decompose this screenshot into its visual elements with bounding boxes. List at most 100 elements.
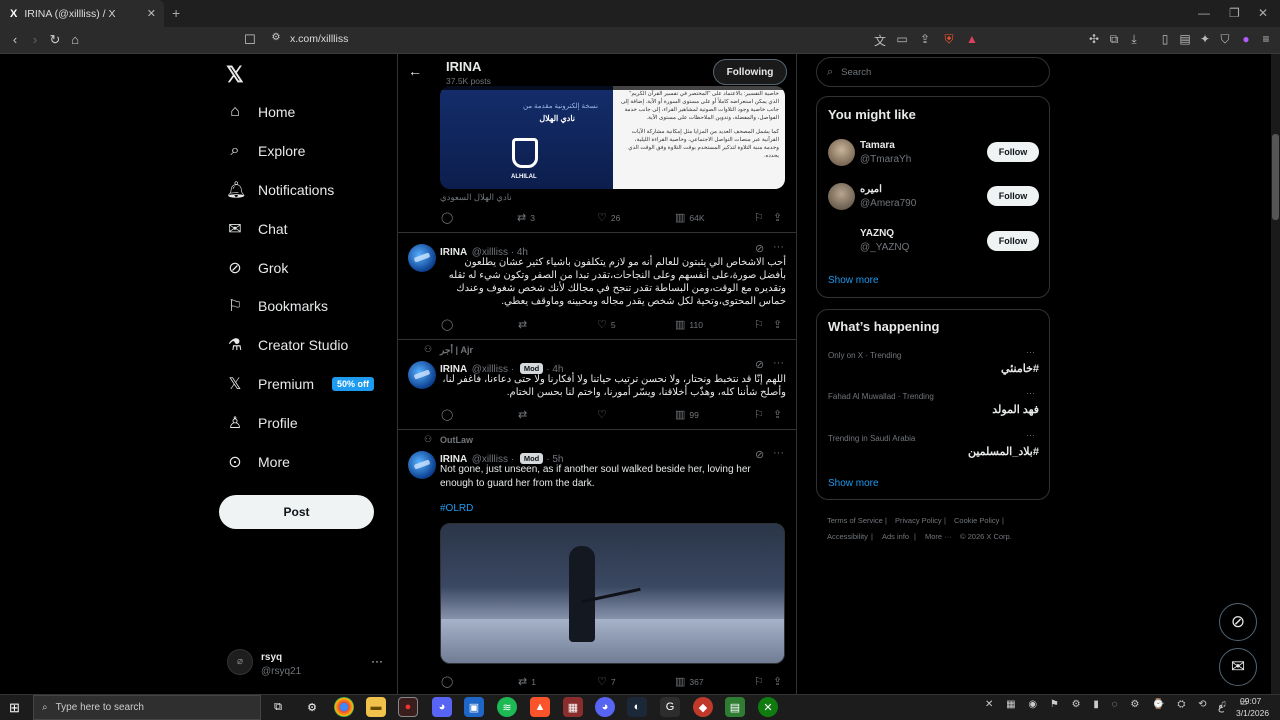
reply-button[interactable]: ◯: [441, 675, 457, 688]
extensions-icon[interactable]: ✣: [1086, 32, 1102, 46]
new-tab-icon[interactable]: +: [172, 5, 180, 21]
follow-button[interactable]: Follow: [987, 231, 1039, 251]
forward-icon[interactable]: ›: [27, 32, 43, 47]
views-button[interactable]: ▥ 367: [675, 675, 704, 688]
brave-beta-icon[interactable]: ◆: [693, 697, 713, 717]
footer-terms[interactable]: Terms of Service: [827, 516, 883, 525]
brave-rewards-icon[interactable]: ▲: [964, 32, 980, 46]
tweet-more-icon[interactable]: ···: [773, 241, 784, 253]
back-icon[interactable]: ‹: [7, 32, 23, 47]
screenshot-icon[interactable]: ⧉: [1106, 32, 1122, 47]
calendar-app-icon[interactable]: ▤: [725, 697, 745, 717]
trend-name[interactable]: فهد المولد: [900, 403, 1039, 416]
url-field[interactable]: x.com/xillliss: [290, 33, 348, 45]
views-button[interactable]: ▥ 99: [675, 408, 699, 421]
nav-home[interactable]: ⌂ Home: [226, 97, 295, 127]
restore-icon[interactable]: ❐: [1229, 6, 1240, 20]
retweet-button[interactable]: ⇄ 1: [518, 675, 536, 688]
nav-premium[interactable]: 𝕏 Premium 50% off: [226, 369, 375, 399]
suggested-user-avatar[interactable]: [828, 183, 855, 210]
follow-button[interactable]: Follow: [987, 186, 1039, 206]
nav-explore[interactable]: ⌕ Explore: [226, 136, 306, 166]
post-button[interactable]: Post: [219, 495, 374, 529]
following-button[interactable]: Following: [713, 59, 787, 85]
share-tweet-button[interactable]: ⇪: [773, 211, 782, 224]
vpn-icon[interactable]: ⛉: [1217, 32, 1233, 47]
like-button[interactable]: ♡ 26: [597, 211, 620, 224]
nav-profile[interactable]: ♙ Profile: [226, 408, 298, 438]
tweet-avatar[interactable]: [408, 451, 436, 479]
like-button[interactable]: ♡: [597, 408, 611, 421]
xbox-icon[interactable]: ✕: [758, 697, 778, 717]
show-more-link[interactable]: Show more: [828, 275, 879, 286]
account-avatar[interactable]: ⌀: [227, 649, 253, 675]
bookmark-tweet-button[interactable]: ⚐: [754, 408, 764, 421]
tweet-image-card[interactable]: نسخة إلكترونية مقدمة من نادي الهلال ALHI…: [440, 86, 785, 189]
footer-accessibility[interactable]: Accessibility: [827, 532, 868, 541]
community-context[interactable]: أجر | Ajr: [440, 345, 473, 356]
like-button[interactable]: ♡ 5: [597, 318, 616, 331]
bookmark-page-icon[interactable]: ☐: [242, 32, 258, 48]
grok-explain-icon[interactable]: ⊘: [755, 448, 764, 461]
show-more-link[interactable]: Show more: [828, 478, 879, 489]
tweet-more-icon[interactable]: ···: [773, 447, 784, 459]
trend-more-icon[interactable]: ···: [1026, 430, 1035, 440]
browser-tab[interactable]: X IRINA (@xillliss) / X ✕: [0, 0, 164, 27]
tweet-avatar[interactable]: [408, 244, 436, 272]
home-page-icon[interactable]: ⌂: [67, 32, 83, 47]
grok-explain-icon[interactable]: ⊘: [755, 358, 764, 371]
bookmark-tweet-button[interactable]: ⚐: [754, 211, 764, 224]
back-arrow-icon[interactable]: ←: [408, 63, 422, 79]
follow-button[interactable]: Follow: [987, 142, 1039, 162]
scrollbar-thumb[interactable]: [1272, 134, 1279, 220]
share-tweet-button[interactable]: ⇪: [773, 408, 782, 421]
community-context[interactable]: OutLaw: [440, 435, 473, 445]
taskbar-time[interactable]: 09:07: [1240, 696, 1261, 706]
account-name[interactable]: rsyq: [261, 652, 282, 663]
reply-button[interactable]: ◯: [441, 318, 457, 331]
window-close-icon[interactable]: ✕: [1258, 6, 1268, 20]
reload-icon[interactable]: ↻: [47, 32, 63, 48]
nav-creator-studio[interactable]: ⚗ Creator Studio: [226, 330, 348, 360]
trend-more-icon[interactable]: ···: [1026, 347, 1035, 357]
obs-icon[interactable]: ●: [398, 697, 418, 717]
tweet-avatar[interactable]: [408, 361, 436, 389]
retweet-button[interactable]: ⇄ 3: [517, 211, 535, 224]
tweet-hashtag[interactable]: #OLRD: [440, 503, 473, 514]
menu-icon[interactable]: ≡: [1258, 32, 1274, 46]
brave-shield-icon[interactable]: ⛨: [941, 32, 957, 47]
suggested-user-name[interactable]: YAZNQ: [860, 228, 894, 239]
input-language[interactable]: ع: [1218, 702, 1224, 713]
steam-icon[interactable]: ◐: [627, 697, 647, 717]
profile-avatar-icon[interactable]: ●: [1238, 32, 1254, 46]
reply-button[interactable]: ◯: [441, 211, 457, 224]
taskbar-date[interactable]: 3/1/2026: [1236, 708, 1269, 718]
share-tweet-button[interactable]: ⇪: [773, 675, 782, 688]
minimize-icon[interactable]: —: [1198, 6, 1210, 20]
footer-privacy[interactable]: Privacy Policy: [895, 516, 942, 525]
reply-button[interactable]: ◯: [441, 408, 457, 421]
sidebar-toggle-icon[interactable]: ▯: [1157, 32, 1173, 46]
close-tab-icon[interactable]: ✕: [147, 7, 156, 20]
footer-ads-info[interactable]: Ads info: [882, 532, 909, 541]
task-view-icon[interactable]: ⧉: [268, 697, 288, 717]
store-icon[interactable]: ▣: [464, 697, 484, 717]
retweet-button[interactable]: ⇄: [518, 318, 531, 331]
views-button[interactable]: ▥ 110: [675, 318, 703, 331]
footer-cookie[interactable]: Cookie Policy: [954, 516, 999, 525]
chrome-icon[interactable]: [334, 697, 354, 717]
x-home-logo-icon[interactable]: 𝕏: [226, 62, 244, 88]
grok-explain-icon[interactable]: ⊘: [755, 242, 764, 255]
suggested-user-name[interactable]: اميره: [860, 184, 882, 195]
share-tweet-button[interactable]: ⇪: [773, 318, 782, 331]
taskbar-search[interactable]: ⌕ Type here to search: [33, 695, 261, 720]
nav-bookmarks[interactable]: ⚐ Bookmarks: [226, 291, 328, 321]
nav-grok[interactable]: ⊘ Grok: [226, 253, 288, 283]
download-icon[interactable]: ⤓: [1126, 32, 1142, 47]
wallet-icon[interactable]: ▤: [1177, 32, 1193, 46]
game-launcher-icon[interactable]: ▦: [563, 697, 583, 717]
discord-icon[interactable]: ◕: [595, 697, 615, 717]
nav-notifications[interactable]: 🔔︎ Notifications: [226, 175, 334, 205]
translate-icon[interactable]: 文: [872, 32, 888, 49]
system-tray-icons[interactable]: ✕ ▦ ◉ ⚑ ⚙ ▮ ◌ ⚙ ⌚ ⛭ ⟲ ♫ ▭: [985, 699, 1253, 710]
